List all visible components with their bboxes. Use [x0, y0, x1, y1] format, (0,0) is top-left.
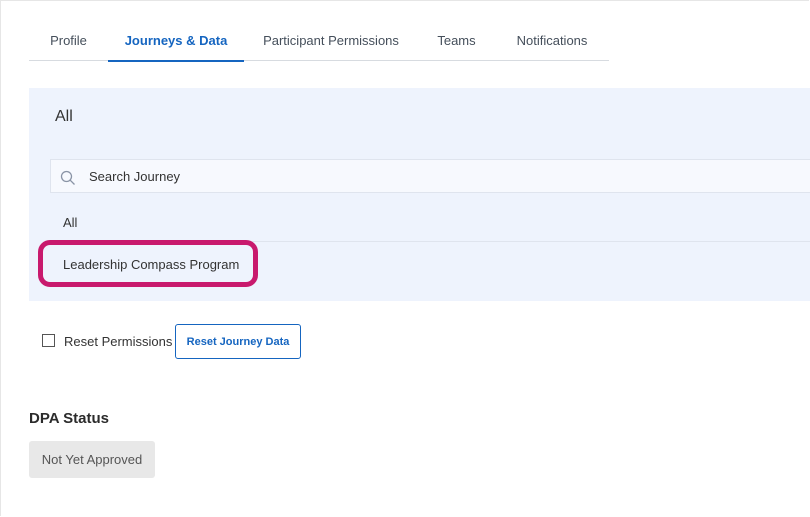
- tab-journeys-data[interactable]: Journeys & Data: [108, 22, 244, 62]
- tab-participant-permissions[interactable]: Participant Permissions: [244, 22, 418, 60]
- search-icon: [60, 170, 75, 185]
- search-input[interactable]: [89, 160, 789, 192]
- tab-profile[interactable]: Profile: [29, 22, 108, 60]
- tab-teams[interactable]: Teams: [418, 22, 495, 60]
- journey-option-leadership-compass[interactable]: Leadership Compass Program: [38, 240, 258, 287]
- dpa-status-heading: DPA Status: [29, 410, 110, 427]
- journey-search-box[interactable]: [50, 159, 810, 193]
- reset-permissions-label: Reset Permissions: [64, 334, 173, 349]
- reset-journey-data-button[interactable]: Reset Journey Data: [175, 324, 301, 359]
- reset-permissions-checkbox[interactable]: [42, 334, 55, 347]
- journey-option-label: Leadership Compass Program: [63, 257, 240, 272]
- journey-selected-value[interactable]: All: [55, 108, 73, 126]
- tab-bar: Profile Journeys & Data Participant Perm…: [29, 22, 609, 62]
- tab-notifications[interactable]: Notifications: [495, 22, 609, 60]
- journey-option-all[interactable]: All: [50, 204, 810, 242]
- dpa-status-badge: Not Yet Approved: [29, 441, 155, 478]
